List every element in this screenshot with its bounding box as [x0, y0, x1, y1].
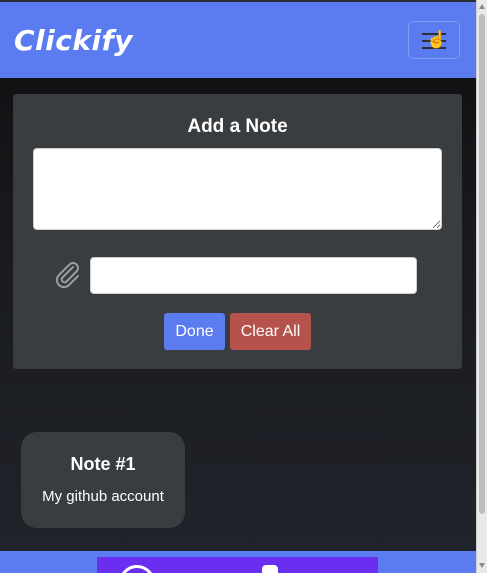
- scrollbar-thumb[interactable]: [479, 14, 485, 514]
- add-note-card: Add a Note Done Clear All: [13, 94, 462, 369]
- hand-pointer-icon: ☝: [426, 30, 448, 49]
- note-textarea[interactable]: [33, 148, 442, 230]
- paperclip-icon: [55, 262, 79, 289]
- note-body: My github account: [42, 488, 164, 505]
- footer: [0, 551, 476, 573]
- clear-all-button[interactable]: Clear All: [230, 313, 311, 350]
- scroll-down-arrow-icon[interactable]: [479, 563, 485, 568]
- menu-toggle-button[interactable]: ☝: [408, 21, 460, 59]
- vertical-scrollbar[interactable]: [476, 0, 487, 573]
- navbar: Clickify ☝: [0, 2, 476, 78]
- done-button[interactable]: Done: [164, 313, 225, 350]
- brand-logo[interactable]: Clickify: [14, 24, 133, 57]
- add-note-title: Add a Note: [187, 116, 288, 137]
- scroll-up-arrow-icon[interactable]: [479, 4, 485, 9]
- footer-logo-icon: [119, 565, 155, 573]
- link-input[interactable]: [90, 257, 417, 294]
- main-content: Add a Note Done Clear All Note #1 My git…: [0, 78, 476, 551]
- note-card[interactable]: Note #1 My github account: [21, 432, 185, 528]
- footer-banner: [97, 557, 378, 573]
- footer-mark-icon: [262, 565, 278, 573]
- note-title: Note #1: [70, 454, 136, 474]
